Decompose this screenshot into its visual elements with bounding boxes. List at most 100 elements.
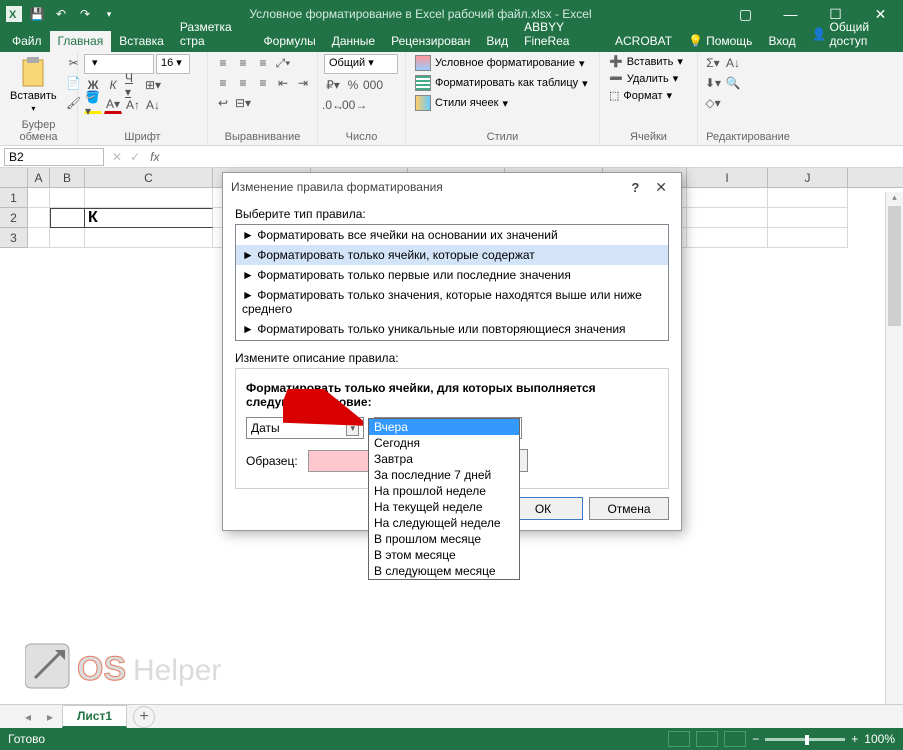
indent-decrease-icon[interactable]: ⇤	[274, 74, 292, 92]
decrease-decimal-icon[interactable]: .00→	[344, 96, 362, 114]
cell[interactable]	[687, 188, 768, 208]
font-color-button[interactable]: A▾	[104, 96, 122, 114]
tab-signin[interactable]: Вход	[760, 31, 803, 52]
dropdown-item[interactable]: Сегодня	[369, 435, 519, 451]
format-as-table-button[interactable]: Форматировать как таблицу ▾	[412, 74, 591, 92]
tab-file[interactable]: Файл	[4, 31, 50, 52]
align-top-icon[interactable]: ≡	[214, 54, 232, 72]
tab-acrobat[interactable]: ACROBAT	[607, 31, 680, 52]
tab-home[interactable]: Главная	[50, 31, 112, 52]
wrap-text-icon[interactable]: ↩	[214, 94, 232, 112]
row-header[interactable]: 2	[0, 208, 28, 228]
sheet-nav-prev[interactable]: ◂	[18, 710, 38, 724]
rule-type-item[interactable]: ► Форматировать только уникальные или по…	[236, 319, 668, 339]
clear-icon[interactable]: ◇▾	[704, 94, 722, 112]
tab-share[interactable]: 👤 Общий доступ	[804, 17, 903, 52]
rule-type-item[interactable]: ► Форматировать только ячейки, которые с…	[236, 245, 668, 265]
view-page-layout-icon[interactable]	[696, 731, 718, 747]
sort-filter-icon[interactable]: A↓	[724, 54, 742, 72]
tab-insert[interactable]: Вставка	[111, 31, 172, 52]
date-dropdown-list[interactable]: ВчераСегодняЗавтраЗа последние 7 дней На …	[368, 418, 520, 580]
condition-type-combo[interactable]: Даты▾	[246, 417, 364, 439]
dialog-help-button[interactable]: ?	[621, 180, 649, 195]
dropdown-item[interactable]: Вчера	[369, 419, 519, 435]
tab-data[interactable]: Данные	[324, 31, 383, 52]
align-middle-icon[interactable]: ≡	[234, 54, 252, 72]
align-left-icon[interactable]: ≡	[214, 74, 232, 92]
zoom-in-button[interactable]: +	[851, 732, 858, 746]
percent-icon[interactable]: %	[344, 76, 362, 94]
row-header[interactable]: 1	[0, 188, 28, 208]
dropdown-item[interactable]: На текущей неделе	[369, 499, 519, 515]
merge-icon[interactable]: ⊟▾	[234, 94, 252, 112]
cell[interactable]	[85, 228, 213, 248]
orientation-icon[interactable]: ⤢▾	[274, 54, 292, 72]
dropdown-item[interactable]: Завтра	[369, 451, 519, 467]
tab-review[interactable]: Рецензирован	[383, 31, 478, 52]
col-header[interactable]: C	[85, 168, 213, 187]
rule-type-item[interactable]: ► Форматировать все ячейки на основании …	[236, 225, 668, 245]
format-cells-button[interactable]: ⬚Формат ▾	[606, 88, 675, 103]
view-page-break-icon[interactable]	[724, 731, 746, 747]
rule-type-list[interactable]: ► Форматировать все ячейки на основании …	[235, 224, 669, 341]
paste-button[interactable]: Вставить ▾	[6, 54, 61, 115]
conditional-formatting-button[interactable]: Условное форматирование ▾	[412, 54, 587, 72]
font-size-combo[interactable]: 16 ▾	[156, 54, 190, 74]
undo-icon[interactable]: ↶	[52, 5, 70, 23]
sheet-tab[interactable]: Лист1	[62, 705, 127, 728]
rule-type-item[interactable]: ► Форматировать только первые или послед…	[236, 265, 668, 285]
cell[interactable]	[50, 208, 85, 228]
grow-font-icon[interactable]: A↑	[124, 96, 142, 114]
cell[interactable]	[768, 208, 848, 228]
italic-button[interactable]: К	[104, 76, 122, 94]
dropdown-item[interactable]: В прошлом месяце	[369, 531, 519, 547]
qat-customize-icon[interactable]: ▾	[100, 5, 118, 23]
name-box[interactable]	[4, 148, 104, 166]
border-button[interactable]: ⊞▾	[144, 76, 162, 94]
fill-icon[interactable]: ⬇▾	[704, 74, 722, 92]
autosum-icon[interactable]: Σ▾	[704, 54, 722, 72]
col-header[interactable]: B	[50, 168, 85, 187]
dropdown-item[interactable]: В следующем месяце	[369, 563, 519, 579]
tab-help[interactable]: 💡 Помощь	[680, 31, 760, 52]
cell[interactable]	[768, 228, 848, 248]
underline-button[interactable]: Ч ▾	[124, 76, 142, 94]
dropdown-item[interactable]: В этом месяце	[369, 547, 519, 563]
tab-page-layout[interactable]: Разметка стра	[172, 17, 256, 52]
insert-cells-button[interactable]: ➕Вставить ▾	[606, 54, 686, 69]
view-normal-icon[interactable]	[668, 731, 690, 747]
dialog-close-button[interactable]: ✕	[649, 179, 673, 196]
enter-formula-icon[interactable]: ✓	[126, 150, 144, 164]
new-sheet-button[interactable]: +	[133, 706, 155, 728]
align-center-icon[interactable]: ≡	[234, 74, 252, 92]
currency-icon[interactable]: ₽▾	[324, 76, 342, 94]
fx-icon[interactable]: fx	[144, 150, 165, 164]
cell-styles-button[interactable]: Стили ячеек ▾	[412, 94, 511, 112]
cell[interactable]	[28, 188, 50, 208]
save-icon[interactable]: 💾	[28, 5, 46, 23]
align-right-icon[interactable]: ≡	[254, 74, 272, 92]
dropdown-item[interactable]: За последние 7 дней	[369, 467, 519, 483]
dropdown-item[interactable]: На следующей неделе	[369, 515, 519, 531]
tab-formulas[interactable]: Формулы	[256, 31, 324, 52]
zoom-slider[interactable]	[765, 738, 845, 741]
tab-abbyy[interactable]: ABBYY FineRea	[516, 17, 607, 52]
cell[interactable]	[28, 208, 50, 228]
col-header[interactable]: J	[768, 168, 848, 187]
number-format-combo[interactable]: Общий ▾	[324, 54, 398, 74]
cell[interactable]	[687, 228, 768, 248]
comma-icon[interactable]: 000	[364, 76, 382, 94]
cell[interactable]	[85, 188, 213, 208]
cell[interactable]	[687, 208, 768, 228]
zoom-out-button[interactable]: −	[752, 732, 759, 746]
find-icon[interactable]: 🔍	[724, 74, 742, 92]
cell[interactable]	[50, 228, 85, 248]
cell[interactable]: К	[85, 208, 213, 228]
ribbon-options-button[interactable]: ▢	[723, 0, 768, 28]
cell[interactable]	[50, 188, 85, 208]
vertical-scrollbar[interactable]: ▴	[885, 192, 903, 704]
zoom-level[interactable]: 100%	[864, 732, 895, 746]
indent-increase-icon[interactable]: ⇥	[294, 74, 312, 92]
shrink-font-icon[interactable]: A↓	[144, 96, 162, 114]
cancel-formula-icon[interactable]: ✕	[108, 150, 126, 164]
